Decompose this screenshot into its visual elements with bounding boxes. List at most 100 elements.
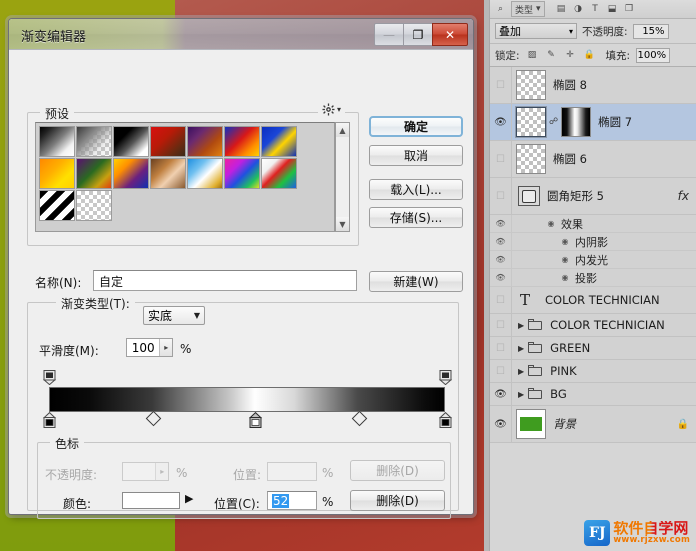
layer-effect-row[interactable]: 👁 ◉ 内阴影 <box>490 233 696 251</box>
scroll-up-icon[interactable]: ▲ <box>336 123 349 137</box>
group-expand-arrow-icon[interactable]: ▶ <box>518 390 524 399</box>
layer-visibility-toggle[interactable]: ☐ <box>490 360 512 382</box>
preset-swatch[interactable] <box>76 126 112 157</box>
preset-swatch[interactable] <box>187 158 223 189</box>
preset-swatch-list[interactable] <box>35 122 335 232</box>
background-thumbnail[interactable] <box>516 409 546 439</box>
search-icon[interactable]: ⌕ <box>494 3 507 16</box>
preset-swatch[interactable] <box>224 126 260 157</box>
color-position-input[interactable]: 52 <box>267 491 317 510</box>
smoothness-stepper[interactable]: 100 ▸ <box>126 338 173 357</box>
layer-thumbnail[interactable] <box>516 144 546 174</box>
layer-mask-thumbnail[interactable] <box>561 107 592 137</box>
text-icon[interactable]: T <box>589 3 602 16</box>
close-button[interactable]: ✕ <box>432 23 468 46</box>
color-stop[interactable] <box>438 411 453 428</box>
layer-visibility-toggle[interactable]: ☐ <box>490 314 512 336</box>
layer-row[interactable]: 👁 背景 🔒 <box>490 406 696 443</box>
color-stop-selected[interactable] <box>248 411 262 428</box>
layer-visibility-toggle[interactable]: 👁 <box>490 383 512 405</box>
preset-scrollbar[interactable]: ▲ ▼ <box>335 122 350 232</box>
preset-swatch[interactable] <box>76 158 112 189</box>
layer-visibility-toggle[interactable]: ☐ <box>490 178 512 214</box>
new-button[interactable]: 新建(W) <box>369 271 463 292</box>
preset-swatch[interactable] <box>39 126 75 157</box>
preset-swatch[interactable] <box>39 158 75 189</box>
preset-swatch[interactable] <box>261 158 297 189</box>
effect-visibility-toggle[interactable]: 👁 <box>490 233 512 250</box>
maximize-button[interactable]: ❐ <box>403 23 433 46</box>
layer-row[interactable]: ☐ ▶ PINK <box>490 360 696 383</box>
preset-swatch[interactable] <box>76 190 112 221</box>
gradient-name-input[interactable]: 自定 <box>93 270 357 291</box>
lock-position-icon[interactable]: ✛ <box>564 49 577 62</box>
gradient-midpoint-diamond[interactable] <box>351 410 368 427</box>
layer-visibility-toggle[interactable]: ☐ <box>490 141 512 177</box>
effect-visibility-toggle[interactable]: 👁 <box>490 269 512 286</box>
lock-image-icon[interactable]: ✎ <box>545 49 558 62</box>
adjustment-icon[interactable]: ◑ <box>572 3 585 16</box>
smoothness-arrow-icon[interactable]: ▸ <box>159 339 172 356</box>
color-swatch-button[interactable] <box>122 492 180 509</box>
image-icon[interactable]: ▤ <box>555 3 568 16</box>
layer-row[interactable]: ☐ T COLOR TECHNICIAN <box>490 287 696 314</box>
shape-icon[interactable]: ⬓ <box>606 3 619 16</box>
blend-mode-select[interactable]: 叠加 ▾ <box>495 23 577 39</box>
dialog-titlebar[interactable]: 渐变编辑器 — ❐ ✕ <box>9 19 473 50</box>
preset-swatch[interactable] <box>261 126 297 157</box>
ok-button[interactable]: 确定 <box>369 116 463 137</box>
layer-thumbnail[interactable] <box>516 70 546 100</box>
preset-swatch[interactable] <box>39 190 75 221</box>
group-expand-arrow-icon[interactable]: ▶ <box>518 367 524 376</box>
opacity-stops-track[interactable] <box>42 370 453 386</box>
group-expand-arrow-icon[interactable]: ▶ <box>518 344 524 353</box>
opacity-stop[interactable] <box>438 370 453 386</box>
preset-swatch[interactable] <box>150 158 186 189</box>
lock-all-icon[interactable]: 🔒 <box>583 49 596 62</box>
filter-kind-select[interactable]: 类型 ▾ <box>511 1 545 17</box>
preset-swatch[interactable] <box>113 158 149 189</box>
layer-row[interactable]: 👁 ▶ BG <box>490 383 696 406</box>
preset-swatch[interactable] <box>224 158 260 189</box>
layer-visibility-toggle[interactable]: ☐ <box>490 287 512 313</box>
layer-opacity-input[interactable]: 15% <box>632 23 669 39</box>
layer-row[interactable]: ☐ ▶ COLOR TECHNICIAN <box>490 314 696 337</box>
gradient-midpoint-diamond[interactable] <box>145 410 162 427</box>
layer-row[interactable]: ☐ ▶ GREEN <box>490 337 696 360</box>
minimize-button[interactable]: — <box>374 23 404 46</box>
effect-visibility-toggle[interactable]: 👁 <box>490 251 512 268</box>
opacity-stop[interactable] <box>42 370 57 386</box>
group-expand-arrow-icon[interactable]: ▶ <box>518 321 524 330</box>
cancel-button[interactable]: 取消 <box>369 145 463 166</box>
layer-visibility-toggle[interactable]: 👁 <box>490 406 512 442</box>
layer-visibility-toggle[interactable]: 👁 <box>490 104 512 140</box>
gradient-type-select[interactable]: 实底 ▼ <box>143 306 205 325</box>
delete-color-stop-button[interactable]: 删除(D) <box>350 490 445 511</box>
layer-visibility-toggle[interactable]: ☐ <box>490 337 512 359</box>
gradient-preview-bar[interactable] <box>49 387 445 412</box>
layer-row[interactable]: ☐ 椭圆 6 <box>490 141 696 178</box>
preset-swatch[interactable] <box>150 126 186 157</box>
layer-effect-row[interactable]: 👁 ◉ 内发光 <box>490 251 696 269</box>
layer-row[interactable]: ☐ 圆角矩形 5 fx <box>490 178 696 215</box>
smoothness-value[interactable]: 100 <box>127 339 159 356</box>
layer-effects-header[interactable]: 👁 ◉ 效果 <box>490 215 696 233</box>
layer-row[interactable]: ☐ 椭圆 8 <box>490 67 696 104</box>
preset-swatch[interactable] <box>187 126 223 157</box>
save-button[interactable]: 存储(S)... <box>369 207 463 228</box>
preset-swatch[interactable] <box>113 126 149 157</box>
layer-fill-input[interactable]: 100% <box>636 47 671 63</box>
lock-transparent-icon[interactable]: ▨ <box>526 49 539 62</box>
preset-menu-gear-icon[interactable]: ▾ <box>317 103 345 116</box>
fx-icon[interactable]: fx <box>678 189 696 203</box>
layer-visibility-toggle[interactable]: ☐ <box>490 67 512 103</box>
layer-row[interactable]: 👁 ☍ 椭圆 7 <box>490 104 696 141</box>
color-picker-caret-icon[interactable]: ▶ <box>185 492 193 505</box>
link-icon[interactable]: ☍ <box>549 117 558 127</box>
layer-thumbnail[interactable] <box>515 106 547 138</box>
smartobject-icon[interactable]: ❒ <box>623 3 636 16</box>
load-button[interactable]: 载入(L)... <box>369 179 463 200</box>
shape-layer-thumbnail[interactable] <box>518 186 540 206</box>
scroll-down-icon[interactable]: ▼ <box>336 217 349 231</box>
effect-visibility-toggle[interactable]: 👁 <box>490 215 512 232</box>
